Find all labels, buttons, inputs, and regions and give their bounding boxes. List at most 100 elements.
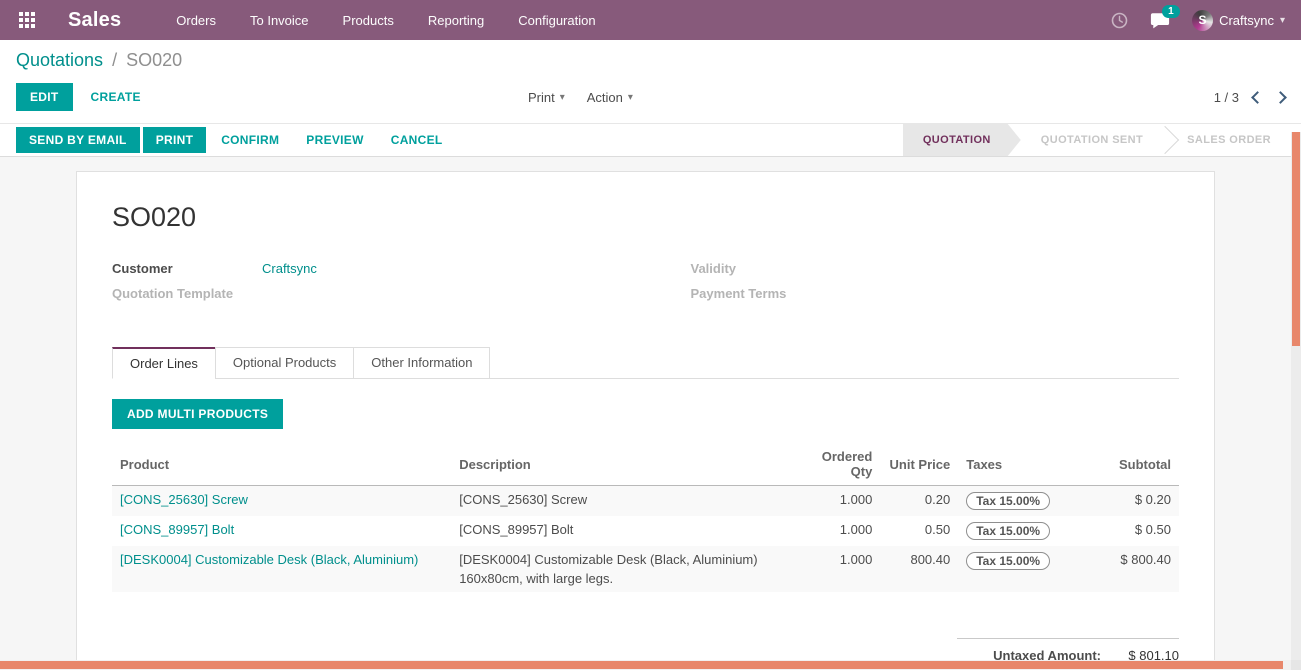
caret-down-icon: ▾ — [628, 92, 633, 103]
customer-link[interactable]: Craftsync — [262, 261, 317, 276]
table-row[interactable]: [CONS_89957] Bolt [CONS_89957] Bolt 1.00… — [112, 516, 1179, 546]
odoo-sales-app: Sales Orders To Invoice Products Reporti… — [0, 0, 1301, 670]
customer-value: Craftsync — [262, 261, 317, 276]
cell-unit-price: 800.40 — [880, 546, 958, 592]
stage-pipeline: QUOTATION QUOTATION SENT SALES ORDER — [903, 124, 1301, 156]
vertical-scrollbar-thumb[interactable] — [1292, 132, 1300, 346]
breadcrumb-quotations-link[interactable]: Quotations — [16, 50, 103, 70]
col-description: Description — [451, 443, 800, 486]
pager-counter: 1 / 3 — [1214, 90, 1239, 105]
user-name: Craftsync — [1219, 13, 1274, 28]
tax-badge: Tax 15.00% — [966, 522, 1050, 540]
breadcrumb-separator: / — [112, 50, 117, 70]
tax-badge: Tax 15.00% — [966, 492, 1050, 510]
field-payment-terms: Payment Terms — [691, 286, 1180, 301]
cell-subtotal: $ 800.40 — [1074, 546, 1179, 592]
field-group: Customer Craftsync Quotation Template Va… — [112, 261, 1179, 311]
stage-quotation[interactable]: QUOTATION — [903, 124, 1021, 156]
record-buttons: EDIT CREATE — [16, 83, 153, 111]
app-name[interactable]: Sales — [68, 9, 121, 32]
col-product: Product — [112, 443, 451, 486]
horizontal-scrollbar-thumb[interactable] — [0, 661, 1283, 669]
cell-unit-price: 0.50 — [880, 516, 958, 546]
pager: 1 / 3 — [1214, 90, 1285, 105]
print-dropdown[interactable]: Print ▾ — [528, 90, 565, 105]
table-row[interactable]: [CONS_25630] Screw [CONS_25630] Screw 1.… — [112, 486, 1179, 517]
col-ordered-qty: Ordered Qty — [800, 443, 880, 486]
stage-quotation-sent[interactable]: QUOTATION SENT — [1021, 124, 1163, 156]
print-dropdown-label: Print — [528, 90, 555, 105]
pager-next-icon[interactable] — [1274, 91, 1287, 104]
tab-order-lines[interactable]: Order Lines — [112, 347, 216, 379]
breadcrumb-current: SO020 — [126, 50, 182, 70]
form-view: SO020 Customer Craftsync Quotation Templ… — [0, 157, 1301, 670]
field-customer: Customer Craftsync — [112, 261, 601, 276]
cell-subtotal: $ 0.50 — [1074, 516, 1179, 546]
menu-to-invoice[interactable]: To Invoice — [250, 13, 309, 28]
add-multi-products-button[interactable]: ADD MULTI PRODUCTS — [112, 399, 283, 429]
tax-badge: Tax 15.00% — [966, 552, 1050, 570]
horizontal-scrollbar[interactable] — [0, 660, 1291, 670]
menu-products[interactable]: Products — [343, 13, 394, 28]
tab-optional-products[interactable]: Optional Products — [215, 347, 354, 379]
col-taxes: Taxes — [958, 443, 1074, 486]
scrollbar-corner — [1291, 660, 1301, 670]
cell-unit-price: 0.20 — [880, 486, 958, 517]
table-row[interactable]: [DESK0004] Customizable Desk (Black, Alu… — [112, 546, 1179, 592]
confirm-button[interactable]: CONFIRM — [209, 127, 291, 153]
action-dropdown[interactable]: Action ▾ — [587, 90, 633, 105]
notebook-tabs: Order Lines Optional Products Other Info… — [112, 347, 1179, 379]
cell-description: [CONS_25630] Screw — [451, 486, 800, 517]
cell-ordered-qty: 1.000 — [800, 516, 880, 546]
print-quote-button[interactable]: PRINT — [143, 127, 207, 153]
send-by-email-button[interactable]: SEND BY EMAIL — [16, 127, 140, 153]
control-row: EDIT CREATE Print ▾ Action ▾ 1 / 3 — [16, 83, 1285, 111]
cell-ordered-qty: 1.000 — [800, 486, 880, 517]
order-lines-table: Product Description Ordered Qty Unit Pri… — [112, 443, 1179, 592]
field-column-left: Customer Craftsync Quotation Template — [112, 261, 601, 311]
top-navbar: Sales Orders To Invoice Products Reporti… — [0, 0, 1301, 40]
edit-button[interactable]: EDIT — [16, 83, 73, 111]
quotation-template-label: Quotation Template — [112, 286, 262, 301]
user-menu[interactable]: S Craftsync ▾ — [1192, 10, 1285, 31]
navbar-right: 1 S Craftsync ▾ — [1111, 10, 1285, 31]
activities-clock-icon[interactable] — [1111, 12, 1128, 29]
preview-button[interactable]: PREVIEW — [294, 127, 375, 153]
document-sheet: SO020 Customer Craftsync Quotation Templ… — [76, 171, 1215, 670]
product-link[interactable]: [CONS_25630] Screw — [120, 492, 248, 507]
col-subtotal: Subtotal — [1074, 443, 1179, 486]
create-button[interactable]: CREATE — [79, 83, 153, 111]
cell-ordered-qty: 1.000 — [800, 546, 880, 592]
apps-grid-icon[interactable] — [16, 9, 38, 31]
control-panel: Quotations / SO020 EDIT CREATE Print ▾ A… — [0, 40, 1301, 123]
order-lines-page: ADD MULTI PRODUCTS Product Description O… — [112, 379, 1179, 670]
field-column-right: Validity Payment Terms — [691, 261, 1180, 311]
cell-subtotal: $ 0.20 — [1074, 486, 1179, 517]
menu-reporting[interactable]: Reporting — [428, 13, 484, 28]
stage-sales-order[interactable]: SALES ORDER — [1167, 124, 1291, 156]
menu-orders[interactable]: Orders — [176, 13, 216, 28]
customer-label: Customer — [112, 261, 262, 276]
pager-previous-icon[interactable] — [1251, 91, 1264, 104]
validity-label: Validity — [691, 261, 841, 276]
cell-description: [DESK0004] Customizable Desk (Black, Alu… — [451, 546, 800, 592]
main-menu: Orders To Invoice Products Reporting Con… — [176, 13, 595, 28]
breadcrumb: Quotations / SO020 — [16, 50, 1285, 71]
menu-configuration[interactable]: Configuration — [518, 13, 595, 28]
statusbar: SEND BY EMAIL PRINT CONFIRM PREVIEW CANC… — [0, 123, 1301, 157]
action-dropdown-label: Action — [587, 90, 623, 105]
action-dropdowns: Print ▾ Action ▾ — [528, 90, 633, 105]
product-link[interactable]: [DESK0004] Customizable Desk (Black, Alu… — [120, 552, 418, 567]
product-link[interactable]: [CONS_89957] Bolt — [120, 522, 234, 537]
field-quotation-template: Quotation Template — [112, 286, 601, 301]
table-header-row: Product Description Ordered Qty Unit Pri… — [112, 443, 1179, 486]
vertical-scrollbar[interactable] — [1291, 132, 1301, 660]
chevron-down-icon: ▾ — [1280, 15, 1285, 26]
tab-other-information[interactable]: Other Information — [353, 347, 490, 379]
cancel-button[interactable]: CANCEL — [379, 127, 455, 153]
description-line1: [DESK0004] Customizable Desk (Black, Alu… — [459, 552, 792, 567]
field-validity: Validity — [691, 261, 1180, 276]
description-line2: 160x80cm, with large legs. — [459, 571, 792, 586]
caret-down-icon: ▾ — [560, 92, 565, 103]
messages-icon[interactable]: 1 — [1150, 12, 1170, 29]
